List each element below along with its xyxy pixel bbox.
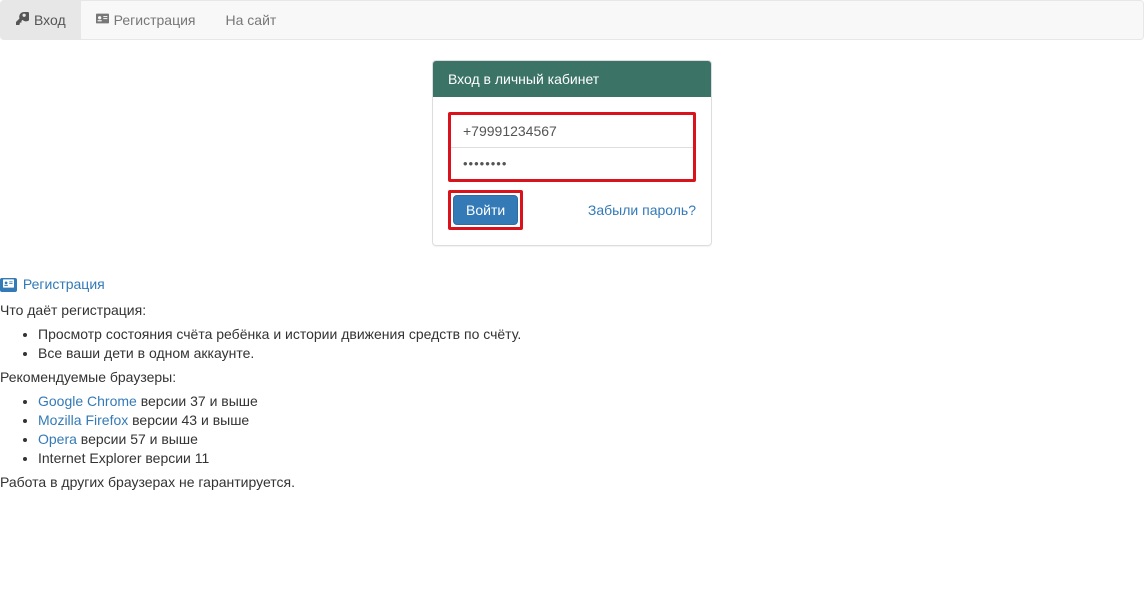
inputs-highlight: •••••••• (448, 112, 696, 182)
nav-site[interactable]: На сайт (211, 1, 292, 39)
list-item: Google Chrome версии 37 и выше (38, 393, 1144, 409)
info-block: Что даёт регистрация: Просмотр состояния… (0, 302, 1144, 490)
list-item: Все ваши дети в одном аккаунте. (38, 345, 1144, 361)
firefox-suffix: версии 43 и выше (128, 412, 249, 428)
nav-register-label: Регистрация (114, 12, 196, 28)
navbar: Вход Регистрация На сайт (0, 0, 1144, 40)
nav-login-label: Вход (34, 12, 66, 28)
phone-input[interactable] (451, 115, 693, 148)
register-row: Регистрация (0, 276, 1144, 292)
list-item: Internet Explorer версии 11 (38, 450, 1144, 466)
register-link[interactable]: Регистрация (23, 276, 105, 292)
list-item: Mozilla Firefox версии 43 и выше (38, 412, 1144, 428)
list-item: Просмотр состояния счёта ребёнка и истор… (38, 326, 1144, 342)
disclaimer: Работа в других браузерах не гарантирует… (0, 474, 1144, 490)
key-icon (16, 12, 29, 28)
panel-title: Вход в личный кабинет (433, 61, 711, 97)
forgot-password-link[interactable]: Забыли пароль? (588, 202, 696, 218)
login-button[interactable]: Войти (453, 195, 518, 225)
chrome-link[interactable]: Google Chrome (38, 393, 137, 409)
id-card-icon (96, 12, 109, 28)
opera-link[interactable]: Opera (38, 431, 77, 447)
chrome-suffix: версии 37 и выше (137, 393, 258, 409)
browsers-title: Рекомендуемые браузеры: (0, 369, 1144, 385)
nav-register[interactable]: Регистрация (81, 1, 211, 39)
password-input[interactable]: •••••••• (451, 148, 693, 179)
submit-highlight: Войти (448, 190, 523, 230)
benefits-title: Что даёт регистрация: (0, 302, 1144, 318)
browsers-list: Google Chrome версии 37 и выше Mozilla F… (20, 393, 1144, 466)
nav-site-label: На сайт (226, 12, 277, 28)
firefox-link[interactable]: Mozilla Firefox (38, 412, 128, 428)
nav-login[interactable]: Вход (1, 1, 81, 39)
panel-body: •••••••• Войти Забыли пароль? (433, 97, 711, 245)
benefits-list: Просмотр состояния счёта ребёнка и истор… (20, 326, 1144, 361)
opera-suffix: версии 57 и выше (77, 431, 198, 447)
list-item: Opera версии 57 и выше (38, 431, 1144, 447)
login-panel: Вход в личный кабинет •••••••• Войти Заб… (432, 60, 712, 246)
id-card-icon (0, 278, 17, 292)
